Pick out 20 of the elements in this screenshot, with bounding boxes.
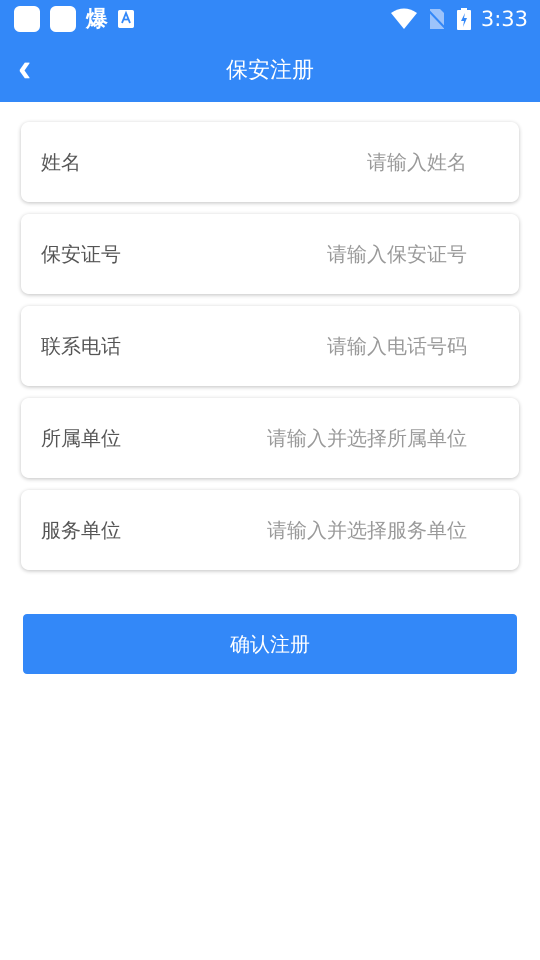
input-field[interactable]: 请输入保安证号 xyxy=(121,242,499,266)
wifi-icon xyxy=(390,8,417,30)
field-label: 保安证号 xyxy=(41,240,121,268)
page-title: 保安注册 xyxy=(226,57,314,85)
confirm-register-button[interactable]: 确认注册 xyxy=(23,614,517,674)
notification-icon: 爆 xyxy=(86,4,108,34)
input-field[interactable]: 请输入并选择服务单位 xyxy=(121,518,499,542)
input-field[interactable]: 请输入电话号码 xyxy=(121,334,499,358)
translate-icon xyxy=(118,10,134,28)
app-icon xyxy=(14,6,40,32)
input-field[interactable]: 请输入并选择所属单位 xyxy=(121,426,499,450)
field-label: 联系电话 xyxy=(41,332,121,360)
app-icon xyxy=(50,6,76,32)
field-label: 服务单位 xyxy=(41,516,121,544)
status-time: 3:33 xyxy=(480,7,528,31)
field-label: 所属单位 xyxy=(41,424,121,452)
input-field[interactable]: 请输入姓名 xyxy=(81,150,499,174)
field-label: 姓名 xyxy=(41,148,81,176)
battery-charging-icon xyxy=(456,8,471,30)
back-button[interactable]: ‹ xyxy=(18,46,32,90)
